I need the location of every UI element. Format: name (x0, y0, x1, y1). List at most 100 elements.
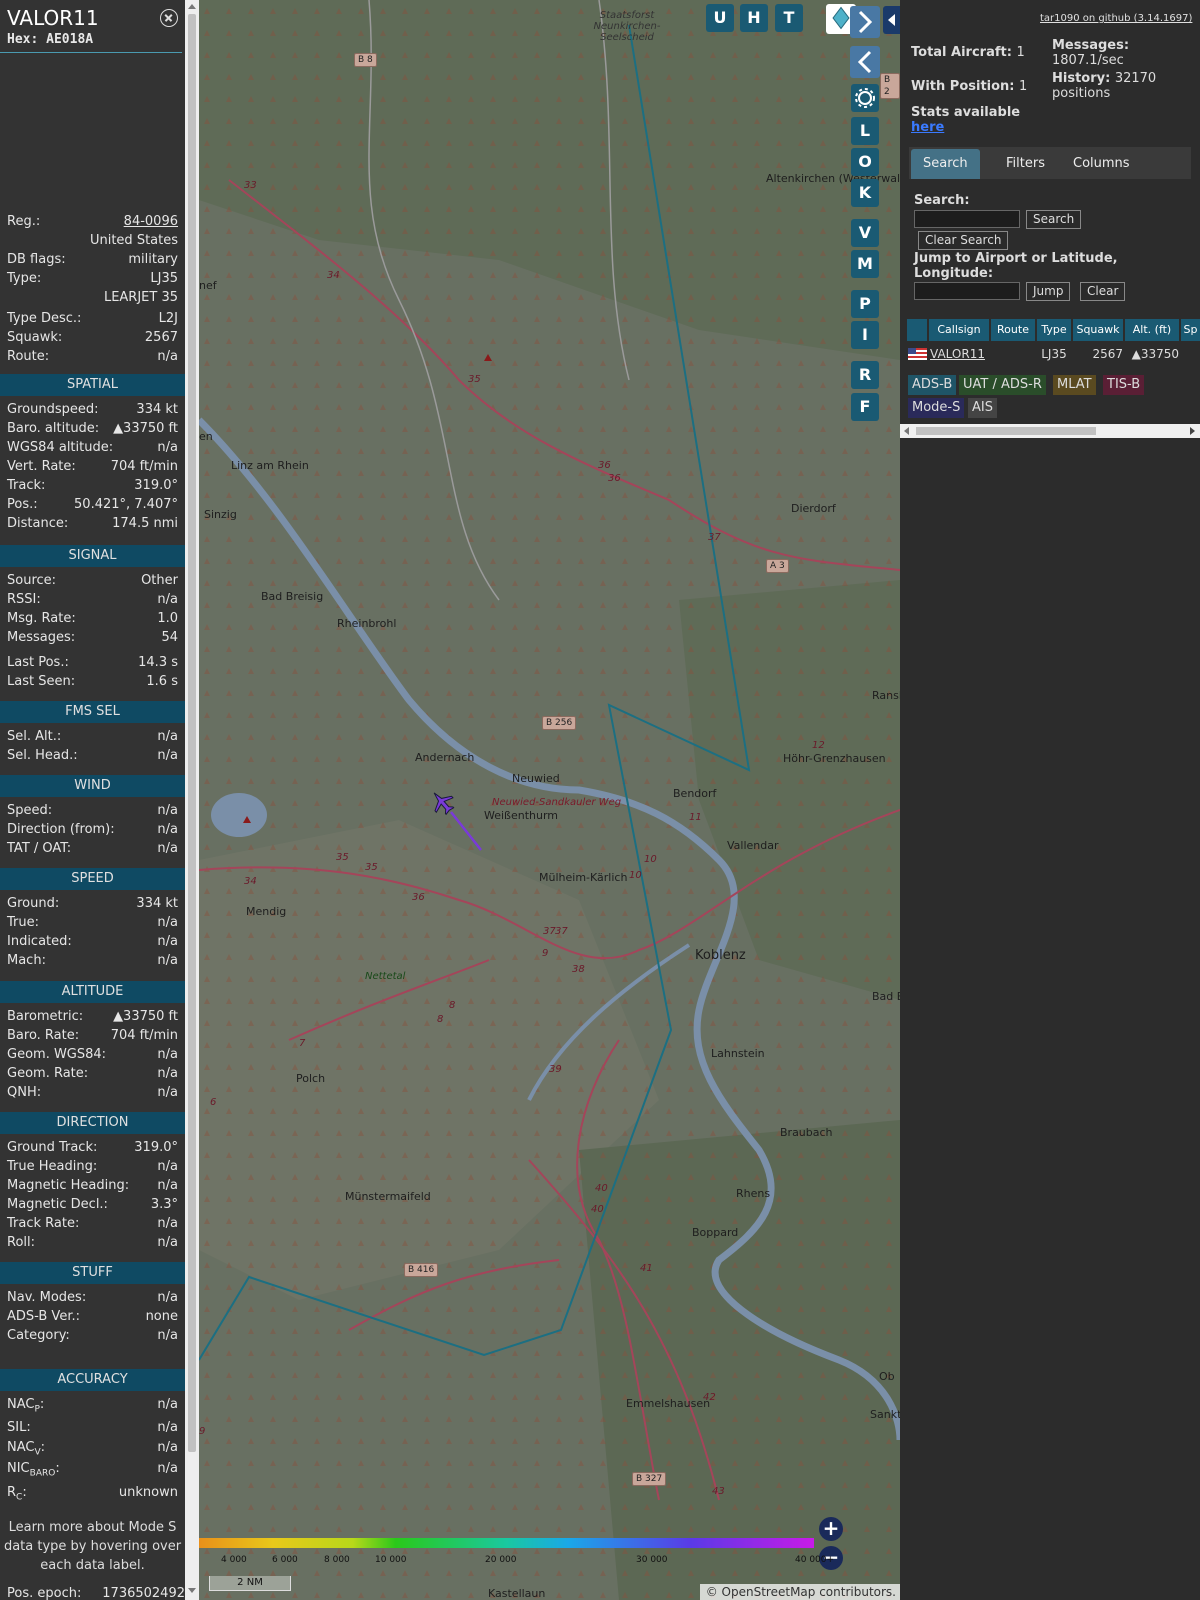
road-number-label: 36 (608, 473, 621, 484)
spatial-row-1: Baro. altitude: ▲33750 ft (7, 420, 178, 438)
map-button-v[interactable]: V (851, 219, 879, 247)
close-icon[interactable] (160, 9, 178, 27)
map-button-l[interactable]: L (851, 117, 879, 145)
table-scrollbar[interactable] (900, 424, 1200, 438)
colorbar-label: 40 000+ (795, 1555, 835, 1565)
jump-button[interactable]: Jump (1026, 282, 1071, 301)
fms-row-0-value: n/a (157, 729, 178, 744)
info-row-2-value: military (128, 252, 178, 267)
info-row-6: Squawk: 2567 (7, 329, 178, 347)
map-button-h[interactable]: H (740, 4, 768, 32)
map-view[interactable]: Staatsforst Neunkirchen-Seelscheid Altenk… (199, 0, 900, 1600)
accuracy-row-0-label-sub: P (34, 1404, 40, 1415)
place-label: Kastellaun (488, 1587, 546, 1600)
place-label: Braubach (780, 1126, 833, 1139)
direction-row-0: Ground Track: 319.0° (7, 1139, 178, 1157)
map-button-i[interactable]: I (851, 321, 879, 349)
search-input[interactable] (914, 210, 1020, 228)
scroll-up-icon[interactable] (188, 4, 196, 9)
chevron-left-icon (857, 50, 872, 74)
map-button-f[interactable]: F (851, 393, 879, 421)
tab-search[interactable]: Search (911, 149, 980, 179)
place-label: Linz am Rhein (231, 459, 309, 472)
wind-row-1: Direction (from): n/a (7, 821, 178, 839)
table-header-altitude[interactable]: Alt. (ft) (1125, 319, 1179, 341)
road-number-label: 35 (468, 374, 481, 385)
table-row-callsign[interactable]: VALOR11 (930, 344, 985, 364)
road-number-label: 37 (555, 926, 568, 937)
map-button-k[interactable]: K (851, 179, 879, 207)
fms-row-0: Sel. Alt.: n/a (7, 728, 178, 746)
info-row-2: DB flags: military (7, 251, 178, 269)
speed-row-2: Indicated: n/a (7, 933, 178, 951)
map-button-m[interactable]: M (851, 250, 879, 278)
section-wind: WIND (0, 775, 185, 797)
road-number-label: 11 (689, 812, 702, 823)
search-button[interactable]: Search (1026, 210, 1082, 229)
spatial-row-3-label: Vert. Rate: (7, 459, 76, 474)
source-uat-ads-r[interactable]: UAT / ADS-R (959, 375, 1046, 395)
map-button-o[interactable]: O (851, 148, 879, 176)
expand-right-button[interactable] (850, 6, 880, 38)
scroll-down-icon[interactable] (188, 1588, 196, 1593)
clear-button[interactable]: Clear (1080, 282, 1126, 301)
tab-columns[interactable]: Columns (1061, 149, 1142, 179)
road-number-label: 41 (640, 1263, 653, 1274)
info-row-5-label: Type Desc.: (7, 311, 82, 326)
map-button-t[interactable]: T (775, 4, 803, 32)
aircraft-hex: Hex: AE018A (7, 32, 93, 47)
place-label: Münstermaifeld (345, 1190, 431, 1203)
map-button-u[interactable]: U (706, 4, 734, 32)
table-header-type[interactable]: Type (1037, 319, 1071, 341)
scroll-left-icon[interactable] (904, 427, 909, 435)
collapse-left-button[interactable] (850, 46, 880, 78)
table-row-type: LJ35 (1041, 347, 1067, 361)
scrollbar-thumb[interactable] (188, 14, 196, 1452)
history-label: History: (1052, 71, 1111, 86)
table-header-speed[interactable]: Sp (1181, 319, 1200, 341)
place-label: Nettetal (365, 971, 406, 982)
github-link[interactable]: tar1090 on github (3.14.1697) (1040, 13, 1192, 24)
table-header-squawk[interactable]: Squawk (1073, 319, 1123, 341)
speed-row-0-value: 334 kt (136, 896, 178, 911)
stuff-row-2: Category: n/a (7, 1327, 178, 1345)
source-tis-b[interactable]: TIS-B (1103, 375, 1145, 395)
altitude-row-1-label: Baro. Rate: (7, 1028, 80, 1043)
direction-row-5-value: n/a (157, 1235, 178, 1250)
pos-epoch-value: 1736502492 (102, 1586, 185, 1600)
spatial-row-4-value: 319.0° (134, 478, 178, 493)
jump-input[interactable] (914, 282, 1020, 300)
spatial-row-3: Vert. Rate: 704 ft/min (7, 458, 178, 476)
table-header-route[interactable]: Route (991, 319, 1035, 341)
toggle-sidebar-button[interactable] (883, 6, 900, 34)
clear-search-button[interactable]: Clear Search (918, 231, 1009, 250)
place-label: Höhr-Grenzhausen (783, 752, 886, 765)
wind-row-2-label: TAT / OAT: (7, 841, 72, 856)
stuff-row-1-value: none (145, 1309, 178, 1324)
us-flag-icon (908, 348, 927, 360)
signal-row-3-label: Messages: (7, 630, 76, 645)
scroll-right-icon[interactable] (1190, 427, 1195, 435)
altitude-row-0-label: Barometric: (7, 1009, 84, 1024)
spatial-row-2-label: WGS84 altitude: (7, 440, 114, 455)
map-button-r[interactable]: R (851, 361, 879, 389)
place-label: Weißenthurm (484, 809, 559, 822)
road-number-label: 7 (299, 1038, 306, 1049)
direction-row-1-value: n/a (157, 1159, 178, 1174)
accuracy-row-1-label: SIL: (7, 1420, 31, 1435)
table-header-callsign[interactable]: Callsign (929, 319, 989, 341)
source-mode-s[interactable]: Mode-S (908, 398, 965, 418)
accuracy-row-2-label: NACV: (7, 1440, 46, 1458)
table-scrollbar-thumb[interactable] (916, 427, 1096, 435)
map-button-p[interactable]: P (851, 290, 879, 318)
fms-row-1-label: Sel. Head.: (7, 748, 78, 763)
settings-button[interactable] (851, 84, 879, 112)
info-row-0-label: Reg.: (7, 214, 41, 229)
source-mlat[interactable]: MLAT (1053, 375, 1096, 395)
info-panel-scrollbar[interactable] (185, 0, 199, 1600)
source-ais[interactable]: AIS (968, 398, 997, 418)
zoom-in-button[interactable]: + (819, 1517, 843, 1541)
source-ads-b[interactable]: ADS-B (908, 375, 957, 395)
tab-filters[interactable]: Filters (994, 149, 1057, 179)
stats-link[interactable]: here (911, 120, 944, 135)
